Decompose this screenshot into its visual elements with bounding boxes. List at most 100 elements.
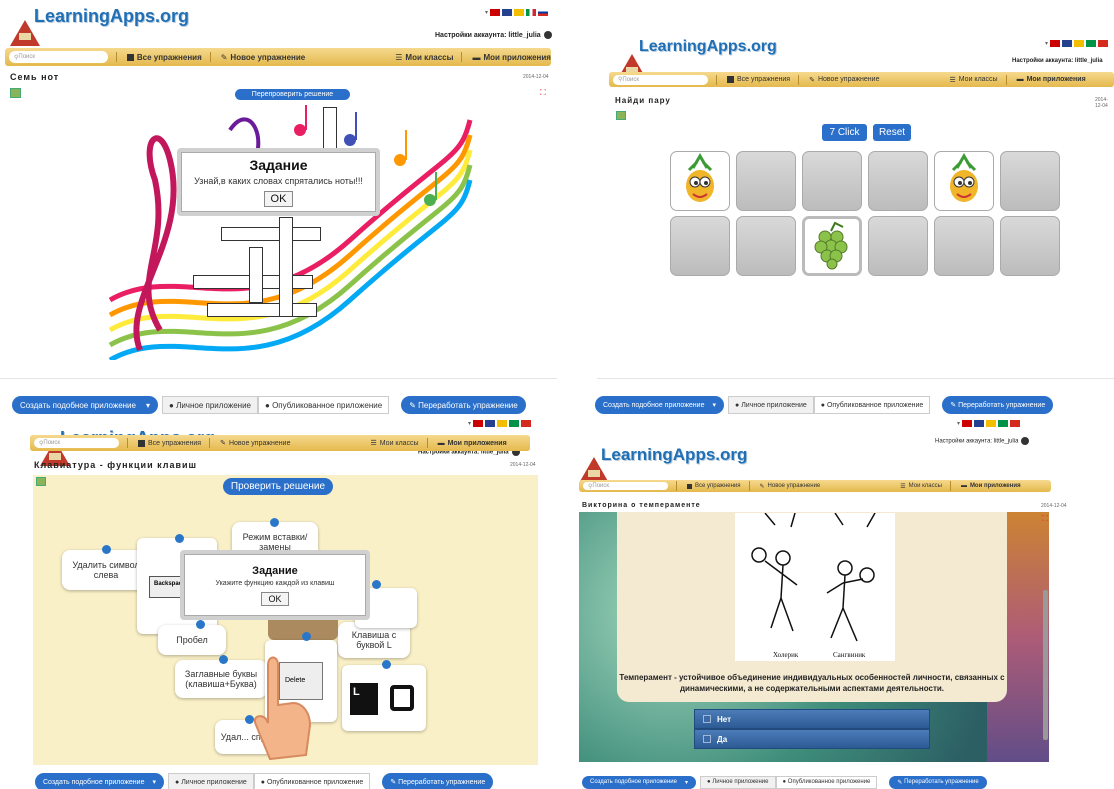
language-flags[interactable]: ▾: [468, 420, 532, 427]
private-app-tab[interactable]: ● Личное приложение: [162, 396, 258, 414]
flag-icon[interactable]: [1086, 40, 1097, 47]
flag-icon[interactable]: [509, 420, 520, 427]
connector-dot[interactable]: [302, 632, 311, 641]
rework-button[interactable]: ✎ Переработать упражнение: [942, 396, 1054, 414]
flag-icon[interactable]: [473, 420, 484, 427]
memory-card[interactable]: [934, 216, 994, 276]
nav-all-exercises[interactable]: Все упражнения: [687, 483, 741, 489]
flag-icon[interactable]: [974, 420, 985, 427]
connector-dot[interactable]: [372, 580, 381, 589]
memory-card[interactable]: [934, 151, 994, 211]
ok-button[interactable]: OK: [263, 191, 294, 207]
check-solution-button[interactable]: Проверить решение: [223, 478, 333, 495]
nav-all-exercises[interactable]: Все упражнения: [138, 439, 201, 447]
nav-my-classes[interactable]: ☰ Мои классы: [949, 76, 997, 84]
flag-icon[interactable]: [514, 9, 525, 16]
rework-button[interactable]: ✎ Переработать упражнение: [401, 396, 526, 414]
reset-button[interactable]: Reset: [873, 124, 911, 141]
answer-card[interactable]: Пробел: [158, 625, 226, 655]
nav-my-apps[interactable]: ▬ Мои приложения: [961, 483, 1021, 489]
key-l-image[interactable]: L: [342, 665, 426, 731]
nav-all-exercises[interactable]: Все упражнения: [126, 53, 202, 62]
flag-icon[interactable]: [502, 9, 513, 16]
memory-card[interactable]: [802, 216, 862, 276]
connector-dot[interactable]: [102, 545, 111, 554]
scrollbar[interactable]: [1043, 590, 1048, 740]
nav-my-classes[interactable]: ☰ Мои классы: [395, 53, 453, 62]
answer-option[interactable]: Нет: [694, 709, 930, 729]
private-app-tab[interactable]: ● Личное приложение: [728, 396, 814, 414]
private-app-tab[interactable]: ● Личное приложение: [168, 773, 254, 789]
memory-card[interactable]: [736, 151, 796, 211]
answer-option[interactable]: Да: [694, 729, 930, 749]
search-input[interactable]: ⚲ Поиск: [613, 74, 708, 85]
memory-card[interactable]: [1000, 151, 1060, 211]
flag-icon[interactable]: [1010, 420, 1021, 427]
nav-my-apps[interactable]: ▬ Мои приложения: [1017, 76, 1086, 83]
search-input[interactable]: ⚲ Поиск: [34, 438, 119, 448]
rework-button[interactable]: ✎ Переработать упражнение: [889, 775, 987, 789]
memory-card[interactable]: [670, 151, 730, 211]
nav-my-apps[interactable]: ▬ Мои приложения: [472, 53, 551, 62]
published-app-tab[interactable]: ● Опубликованное приложение: [813, 396, 931, 414]
flag-icon[interactable]: [521, 420, 532, 427]
memory-card[interactable]: [802, 151, 862, 211]
flag-icon[interactable]: [998, 420, 1009, 427]
flag-icon[interactable]: [1062, 40, 1073, 47]
search-input[interactable]: ⚲ Поиск: [583, 482, 668, 490]
flag-icon[interactable]: [490, 9, 501, 16]
nav-new-exercise[interactable]: ✎ Новое упражнение: [809, 76, 879, 84]
account-settings[interactable]: Настройки аккаунта: little_julia: [435, 31, 552, 39]
edit-app-icon[interactable]: [36, 477, 46, 486]
flag-icon[interactable]: [1098, 40, 1109, 47]
flag-icon[interactable]: [485, 420, 496, 427]
fullscreen-icon[interactable]: ⛶: [1042, 514, 1048, 524]
create-similar-button[interactable]: Создать подобное приложение ▾: [595, 396, 724, 414]
flag-icon[interactable]: [986, 420, 997, 427]
private-app-tab[interactable]: ● Личное приложение: [700, 775, 776, 789]
connector-dot[interactable]: [270, 518, 279, 527]
create-similar-button[interactable]: Создать подобное приложение ▾: [582, 775, 696, 789]
create-similar-button[interactable]: Создать подобное приложение ▾: [12, 396, 158, 414]
search-input[interactable]: ⚲ Поиск: [9, 51, 108, 63]
flag-icon[interactable]: [526, 9, 537, 16]
published-app-tab[interactable]: ● Опубликованное приложение: [775, 775, 878, 789]
recheck-button[interactable]: Перепроверить решение: [235, 89, 350, 100]
language-flags[interactable]: ▾: [485, 9, 549, 16]
published-app-tab[interactable]: ● Опубликованное приложение: [253, 773, 371, 789]
fullscreen-icon[interactable]: ⛶: [540, 88, 546, 98]
published-app-tab[interactable]: ● Опубликованное приложение: [258, 396, 390, 414]
nav-new-exercise[interactable]: ✎ Новое упражнение: [220, 439, 290, 448]
language-flags[interactable]: ▾: [1045, 40, 1109, 47]
flag-icon[interactable]: [497, 420, 508, 427]
flag-icon[interactable]: [1074, 40, 1085, 47]
memory-card[interactable]: [670, 216, 730, 276]
rework-button[interactable]: ✎ Переработать упражнение: [382, 773, 494, 789]
language-flags[interactable]: ▾: [957, 420, 1021, 427]
memory-card[interactable]: [1000, 216, 1060, 276]
nav-my-classes[interactable]: ☰ Мои классы: [900, 483, 942, 490]
flag-icon[interactable]: [538, 9, 549, 16]
memory-card[interactable]: [868, 216, 928, 276]
edit-app-icon[interactable]: [616, 111, 626, 120]
flag-icon[interactable]: [962, 420, 973, 427]
edit-app-icon[interactable]: [10, 88, 21, 98]
connector-dot[interactable]: [382, 660, 391, 669]
ok-button[interactable]: OK: [261, 591, 289, 606]
nav-all-exercises[interactable]: Все упражнения: [727, 76, 790, 83]
bottom-toolbar: Создать подобное приложение ▾ ● Личное пр…: [582, 775, 1052, 789]
nav-new-exercise[interactable]: ✎ Новое упражнение: [221, 53, 306, 62]
nav-my-classes[interactable]: ☰ Мои классы: [370, 439, 418, 448]
memory-card[interactable]: [868, 151, 928, 211]
click-counter-button[interactable]: 7 Click: [822, 124, 867, 141]
connector-dot[interactable]: [175, 534, 184, 543]
account-settings[interactable]: Настройки аккаунта: little_julia: [1012, 58, 1103, 64]
account-settings[interactable]: Настройки аккаунта: little_julia: [935, 437, 1030, 445]
connector-dot[interactable]: [196, 620, 205, 629]
create-similar-button[interactable]: Создать подобное приложение ▾: [35, 773, 164, 789]
connector-dot[interactable]: [219, 655, 228, 664]
memory-card[interactable]: [736, 216, 796, 276]
nav-new-exercise[interactable]: ✎ Новое упражнение: [760, 483, 821, 490]
nav-my-apps[interactable]: ▬ Мои приложения: [438, 440, 507, 447]
flag-icon[interactable]: [1050, 40, 1061, 47]
